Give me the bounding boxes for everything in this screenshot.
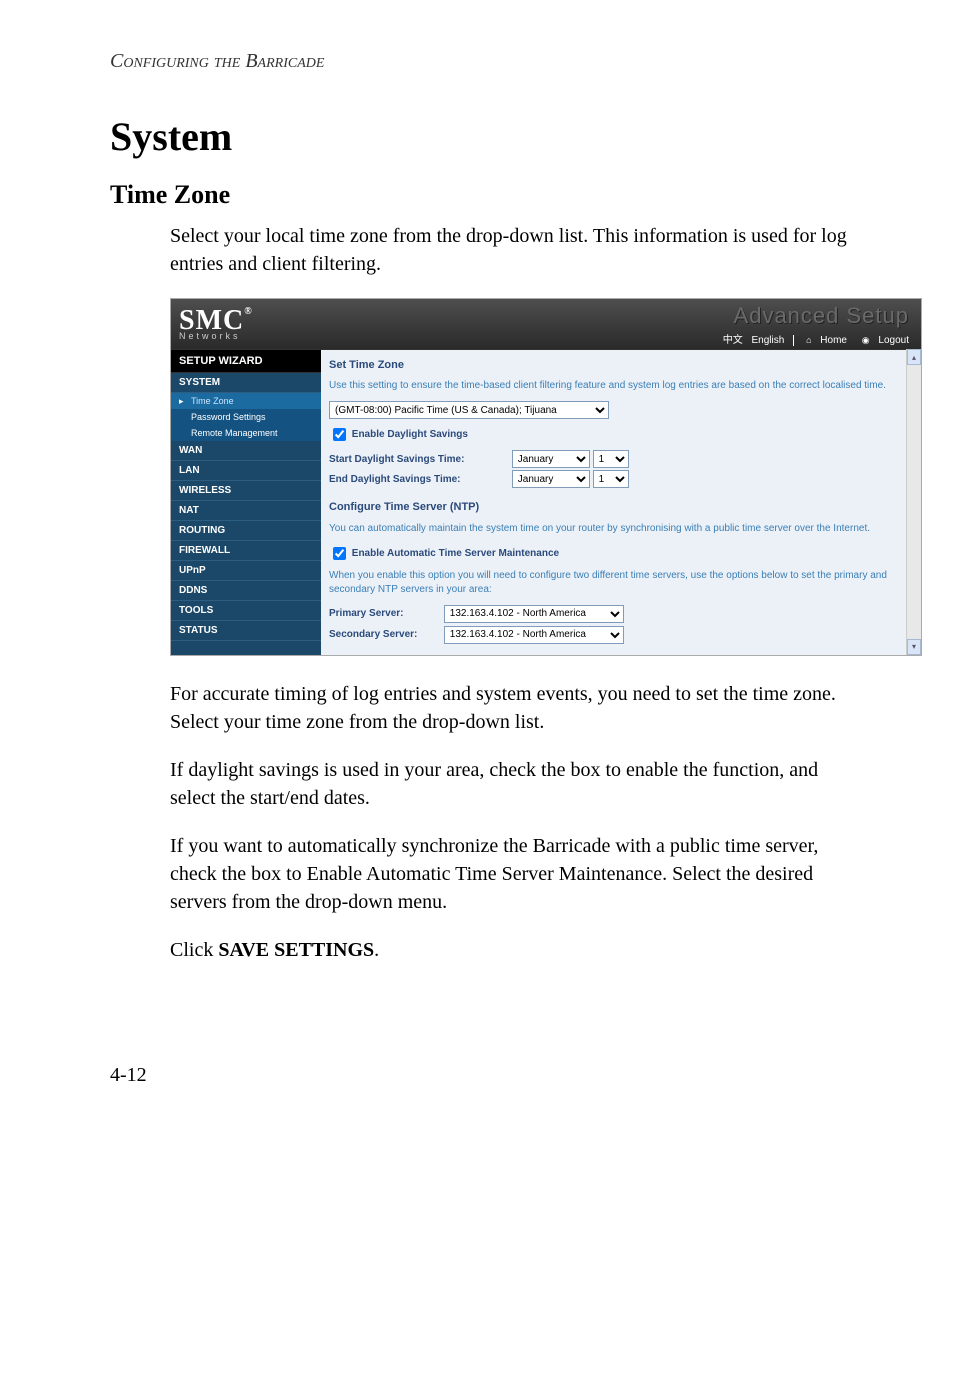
router-screenshot: SMC® Networks Advanced Setup 中文 English … — [170, 298, 922, 656]
secondary-server-label: Secondary Server: — [329, 628, 441, 642]
advanced-setup-label: Advanced Setup — [717, 303, 909, 329]
secondary-server-select[interactable]: 132.163.4.102 - North America — [444, 626, 624, 644]
primary-server-label: Primary Server: — [329, 607, 441, 621]
paragraph-2: For accurate timing of log entries and s… — [170, 680, 864, 736]
start-month-select[interactable]: January — [512, 450, 590, 468]
sidebar-routing[interactable]: ROUTING — [171, 521, 321, 541]
time-zone-desc: Use this setting to ensure the time-base… — [329, 379, 897, 393]
enable-daylight-checkbox[interactable] — [333, 428, 346, 441]
sidebar-tools[interactable]: TOOLS — [171, 601, 321, 621]
timezone-select[interactable]: (GMT-08:00) Pacific Time (US & Canada); … — [329, 401, 609, 419]
sidebar-lan[interactable]: LAN — [171, 461, 321, 481]
lang-english-link[interactable]: English — [751, 335, 784, 346]
scrollbar[interactable]: ▴ ▾ — [906, 349, 921, 655]
lang-chinese-link[interactable]: 中文 — [723, 335, 743, 346]
sidebar: SETUP WIZARD SYSTEM Time Zone Password S… — [171, 350, 321, 655]
content-pane: Set Time Zone Use this setting to ensure… — [321, 350, 921, 655]
ntp-title: Configure Time Server (NTP) — [329, 500, 897, 515]
sidebar-time-zone[interactable]: Time Zone — [171, 393, 321, 409]
sidebar-setup-wizard[interactable]: SETUP WIZARD — [171, 350, 321, 373]
sidebar-wan[interactable]: WAN — [171, 441, 321, 461]
save-settings-label: SAVE SETTINGS — [218, 939, 374, 961]
logout-icon: ◉ — [862, 335, 870, 345]
home-icon: ⌂ — [806, 335, 811, 345]
enable-auto-checkbox[interactable] — [333, 547, 346, 560]
end-daylight-label: End Daylight Savings Time: — [329, 473, 509, 487]
sidebar-firewall[interactable]: FIREWALL — [171, 541, 321, 561]
paragraph-3: If daylight savings is used in your area… — [170, 756, 864, 812]
enable-auto-row: Enable Automatic Time Server Maintenance — [329, 544, 897, 563]
enable-daylight-label: Enable Daylight Savings — [352, 430, 468, 441]
sidebar-wireless[interactable]: WIRELESS — [171, 481, 321, 501]
start-daylight-label: Start Daylight Savings Time: — [329, 453, 509, 467]
logout-link[interactable]: ◉ Logout — [856, 335, 909, 346]
set-time-zone-title: Set Time Zone — [329, 358, 897, 373]
end-day-select[interactable]: 1 — [593, 470, 629, 488]
auto-desc: When you enable this option you will nee… — [329, 569, 897, 597]
enable-auto-label: Enable Automatic Time Server Maintenance — [352, 548, 559, 559]
brand-bar: SMC® Networks Advanced Setup 中文 English … — [171, 299, 921, 350]
timezone-heading: Time Zone — [110, 180, 864, 210]
sidebar-password-settings[interactable]: Password Settings — [171, 409, 321, 425]
home-link[interactable]: ⌂ Home — [793, 335, 847, 346]
sidebar-nat[interactable]: NAT — [171, 501, 321, 521]
start-day-select[interactable]: 1 — [593, 450, 629, 468]
sidebar-system[interactable]: SYSTEM — [171, 373, 321, 393]
end-month-select[interactable]: January — [512, 470, 590, 488]
scroll-up-icon[interactable]: ▴ — [907, 349, 921, 365]
intro-paragraph: Select your local time zone from the dro… — [170, 222, 864, 278]
ntp-desc: You can automatically maintain the syste… — [329, 522, 897, 536]
sidebar-remote-management[interactable]: Remote Management — [171, 425, 321, 441]
system-heading: System — [110, 113, 864, 160]
paragraph-5: Click SAVE SETTINGS. — [170, 936, 864, 964]
primary-server-select[interactable]: 132.163.4.102 - North America — [444, 605, 624, 623]
scroll-down-icon[interactable]: ▾ — [907, 639, 921, 655]
paragraph-4: If you want to automatically synchronize… — [170, 832, 864, 916]
sidebar-upnp[interactable]: UPnP — [171, 561, 321, 581]
brand-sub: Networks — [179, 332, 253, 341]
sidebar-status[interactable]: STATUS — [171, 621, 321, 641]
sidebar-ddns[interactable]: DDNS — [171, 581, 321, 601]
enable-daylight-row: Enable Daylight Savings — [329, 425, 897, 444]
page-number: 4-12 — [110, 1064, 864, 1087]
running-header: Configuring the Barricade — [110, 50, 864, 73]
